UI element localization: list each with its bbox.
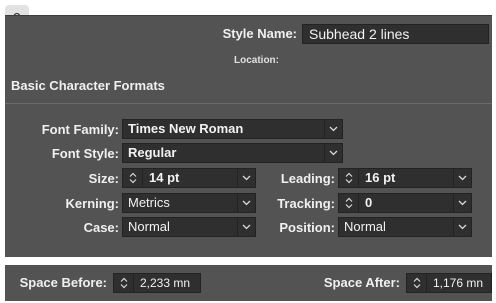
leading-value: 16 pt [365,170,396,185]
font-family-value: Times New Roman [128,121,244,136]
chevron-down-icon[interactable] [453,194,471,212]
font-family-select[interactable]: Times New Roman [122,119,343,139]
chevron-down-icon[interactable] [237,169,255,187]
font-style-value: Regular [128,145,177,160]
style-name-label: Style Name: [222,26,297,41]
kerning-value: Metrics [128,195,170,210]
chevron-down-icon[interactable] [324,120,342,138]
chevron-down-icon[interactable] [324,144,342,162]
tracking-value: 0 [365,195,373,210]
position-value: Normal [344,219,386,234]
space-before-label: Space Before: [19,275,107,290]
section-title: Basic Character Formats [11,78,165,93]
stepper-icon[interactable] [123,169,143,187]
kerning-label: Kerning: [65,196,119,211]
position-label: Position: [279,220,335,235]
chevron-down-icon[interactable] [237,218,255,236]
section-divider [5,103,492,104]
location-label: Location: [234,55,279,66]
size-value: 14 pt [149,170,180,185]
tracking-select[interactable]: 0 [338,193,472,213]
font-style-label: Font Style: [51,146,119,161]
stepper-icon[interactable] [114,274,134,292]
style-name-input[interactable]: Subhead 2 lines [302,24,489,44]
tracking-label: Tracking: [277,196,335,211]
position-select[interactable]: Normal [338,217,472,237]
spacing-panel: Space Before: 2,233 mn Space After: 1,17… [5,265,492,301]
chevron-down-icon[interactable] [453,169,471,187]
space-before-value: 2,233 mn [140,276,191,290]
chevron-down-icon[interactable] [453,218,471,236]
font-style-select[interactable]: Regular [122,143,343,163]
font-family-label: Font Family: [41,122,119,137]
size-select[interactable]: 14 pt [122,168,256,188]
stepper-icon[interactable] [339,169,359,187]
leading-label: Leading: [280,171,335,186]
space-after-input[interactable]: 1,176 mn [406,273,492,293]
stepper-icon[interactable] [407,274,427,292]
case-select[interactable]: Normal [122,217,256,237]
space-before-input[interactable]: 2,233 mn [113,273,201,293]
case-label: Case: [83,220,119,235]
space-after-label: Space After: [323,275,400,290]
size-label: Size: [88,171,119,186]
kerning-select[interactable]: Metrics [122,193,256,213]
character-style-panel: Style Name: Subhead 2 lines Location: Ba… [5,15,492,257]
leading-select[interactable]: 16 pt [338,168,472,188]
space-after-value: 1,176 mn [433,276,484,290]
stepper-icon[interactable] [339,194,359,212]
case-value: Normal [128,219,170,234]
chevron-down-icon[interactable] [237,194,255,212]
